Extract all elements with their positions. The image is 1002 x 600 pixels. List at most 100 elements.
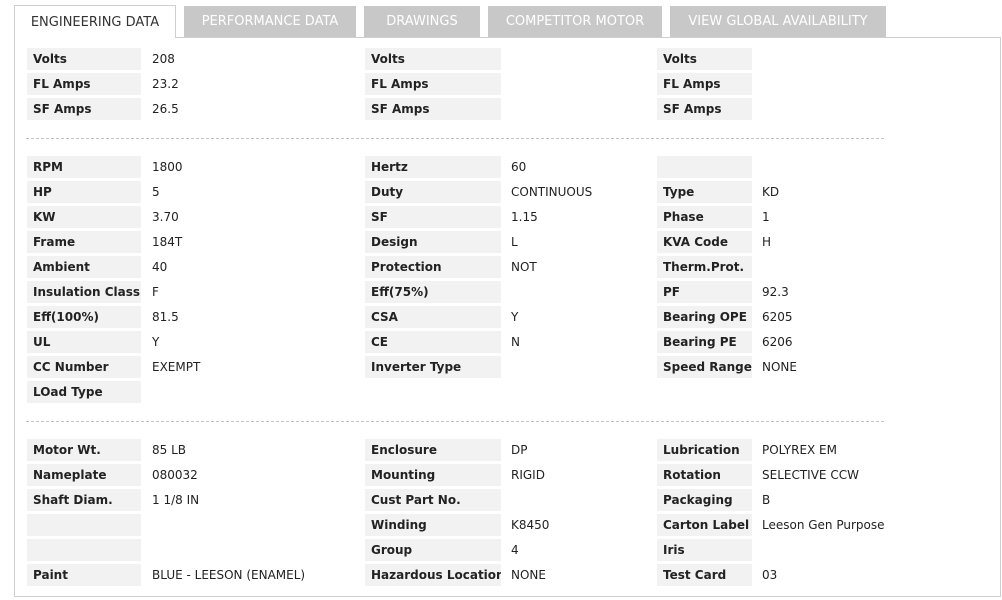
spec-label: Rotation bbox=[657, 464, 752, 486]
spec-value bbox=[758, 73, 958, 95]
spec-value: NOT bbox=[511, 260, 537, 274]
spec-label: SF Amps bbox=[27, 98, 141, 120]
spec-value bbox=[507, 98, 647, 120]
spec-label: SF bbox=[365, 206, 501, 228]
spec-label: PF bbox=[657, 281, 752, 303]
tab-bar: ENGINEERING DATA PERFORMANCE DATA DRAWIN… bbox=[0, 0, 1002, 38]
tab-view-global-availability[interactable]: VIEW GLOBAL AVAILABILITY bbox=[670, 6, 886, 37]
spec-label: KVA Code bbox=[657, 231, 752, 253]
spec-label: Mounting bbox=[365, 464, 501, 486]
spec-value: BLUE - LEESON (ENAMEL) bbox=[152, 568, 306, 582]
spec-value: 1 bbox=[762, 210, 770, 224]
spec-label: Speed Range bbox=[657, 356, 752, 378]
spec-value bbox=[507, 281, 647, 303]
spec-value: 1.15 bbox=[511, 210, 538, 224]
spec-label: CC Number bbox=[27, 356, 141, 378]
spec-label: Group bbox=[365, 539, 501, 561]
spec-value: 1800 bbox=[152, 160, 183, 174]
spec-value: 92.3 bbox=[762, 285, 789, 299]
spec-label: Ambient bbox=[27, 256, 141, 278]
spec-label: Lubrication bbox=[657, 439, 752, 461]
spec-label: Iris bbox=[657, 539, 752, 561]
spec-value bbox=[758, 539, 958, 561]
spec-label: CE bbox=[365, 331, 501, 353]
spec-value bbox=[507, 356, 647, 378]
spec-value: EXEMPT bbox=[152, 360, 201, 374]
spec-value bbox=[507, 48, 647, 70]
section-divider bbox=[26, 138, 884, 139]
spec-value bbox=[148, 514, 358, 536]
spec-label: Shaft Diam. bbox=[27, 489, 141, 511]
spec-label: Enclosure bbox=[365, 439, 501, 461]
spec-value bbox=[758, 98, 958, 120]
spec-label: FL Amps bbox=[365, 73, 501, 95]
spec-label: Insulation Class bbox=[27, 281, 141, 303]
spec-value: KD bbox=[762, 185, 780, 199]
spec-value bbox=[758, 48, 958, 70]
spec-value bbox=[758, 156, 958, 178]
section-divider bbox=[26, 421, 884, 422]
tab-engineering-data[interactable]: ENGINEERING DATA bbox=[14, 5, 176, 38]
spec-label: Hazardous Location bbox=[365, 564, 501, 586]
spec-value: 1 1/8 IN bbox=[152, 493, 200, 507]
spec-label: RPM bbox=[27, 156, 141, 178]
spec-value: DP bbox=[511, 443, 528, 457]
spec-label: LOad Type bbox=[27, 381, 141, 403]
spec-value: NONE bbox=[762, 360, 797, 374]
spec-label: FL Amps bbox=[657, 73, 752, 95]
spec-label: Phase bbox=[657, 206, 752, 228]
spec-label: Therm.Prot. bbox=[657, 256, 752, 278]
tab-drawings[interactable]: DRAWINGS bbox=[364, 6, 480, 37]
spec-value: 080032 bbox=[152, 468, 198, 482]
spec-value: 60 bbox=[511, 160, 527, 174]
spec-label: Bearing OPE bbox=[657, 306, 752, 328]
spec-label bbox=[27, 514, 141, 536]
spec-value: 5 bbox=[152, 185, 160, 199]
spec-value: 26.5 bbox=[152, 102, 179, 116]
spec-label: Carton Label bbox=[657, 514, 752, 536]
spec-label: Nameplate bbox=[27, 464, 141, 486]
spec-label: Volts bbox=[657, 48, 752, 70]
spec-value: F bbox=[152, 285, 159, 299]
spec-value: Y bbox=[511, 310, 519, 324]
spec-value: L bbox=[511, 235, 518, 249]
spec-label: CSA bbox=[365, 306, 501, 328]
spec-value bbox=[148, 381, 358, 403]
spec-value: NONE bbox=[511, 568, 546, 582]
spec-value: 6205 bbox=[762, 310, 793, 324]
spec-value: 3.70 bbox=[152, 210, 179, 224]
spec-value: K8450 bbox=[511, 518, 550, 532]
spec-value: 208 bbox=[152, 52, 175, 66]
spec-label: Motor Wt. bbox=[27, 439, 141, 461]
spec-label: KW bbox=[27, 206, 141, 228]
spec-value: Y bbox=[152, 335, 160, 349]
spec-label bbox=[27, 539, 141, 561]
spec-value: B bbox=[762, 493, 771, 507]
spec-value: N bbox=[511, 335, 520, 349]
spec-label: HP bbox=[27, 181, 141, 203]
spec-label: SF Amps bbox=[657, 98, 752, 120]
spec-value: 81.5 bbox=[152, 310, 179, 324]
tab-competitor-motor[interactable]: COMPETITOR MOTOR bbox=[488, 6, 662, 37]
tab-performance-data[interactable]: PERFORMANCE DATA bbox=[184, 6, 356, 37]
spec-label: Paint bbox=[27, 564, 141, 586]
spec-value: 85 LB bbox=[152, 443, 187, 457]
spec-value bbox=[507, 489, 647, 511]
spec-label: Volts bbox=[365, 48, 501, 70]
spec-label: Test Card bbox=[657, 564, 752, 586]
spec-value: 40 bbox=[152, 260, 168, 274]
spec-value: 03 bbox=[762, 568, 778, 582]
spec-value bbox=[148, 539, 358, 561]
spec-label bbox=[657, 156, 752, 178]
spec-value: CONTINUOUS bbox=[511, 185, 593, 199]
spec-value: 184T bbox=[152, 235, 183, 249]
spec-label: Volts bbox=[27, 48, 141, 70]
spec-label: Frame bbox=[27, 231, 141, 253]
spec-label: SF Amps bbox=[365, 98, 501, 120]
spec-label: Duty bbox=[365, 181, 501, 203]
spec-label: Type bbox=[657, 181, 752, 203]
spec-label: FL Amps bbox=[27, 73, 141, 95]
spec-value: POLYREX EM bbox=[762, 443, 837, 457]
spec-label: Inverter Type bbox=[365, 356, 501, 378]
spec-label: Packaging bbox=[657, 489, 752, 511]
